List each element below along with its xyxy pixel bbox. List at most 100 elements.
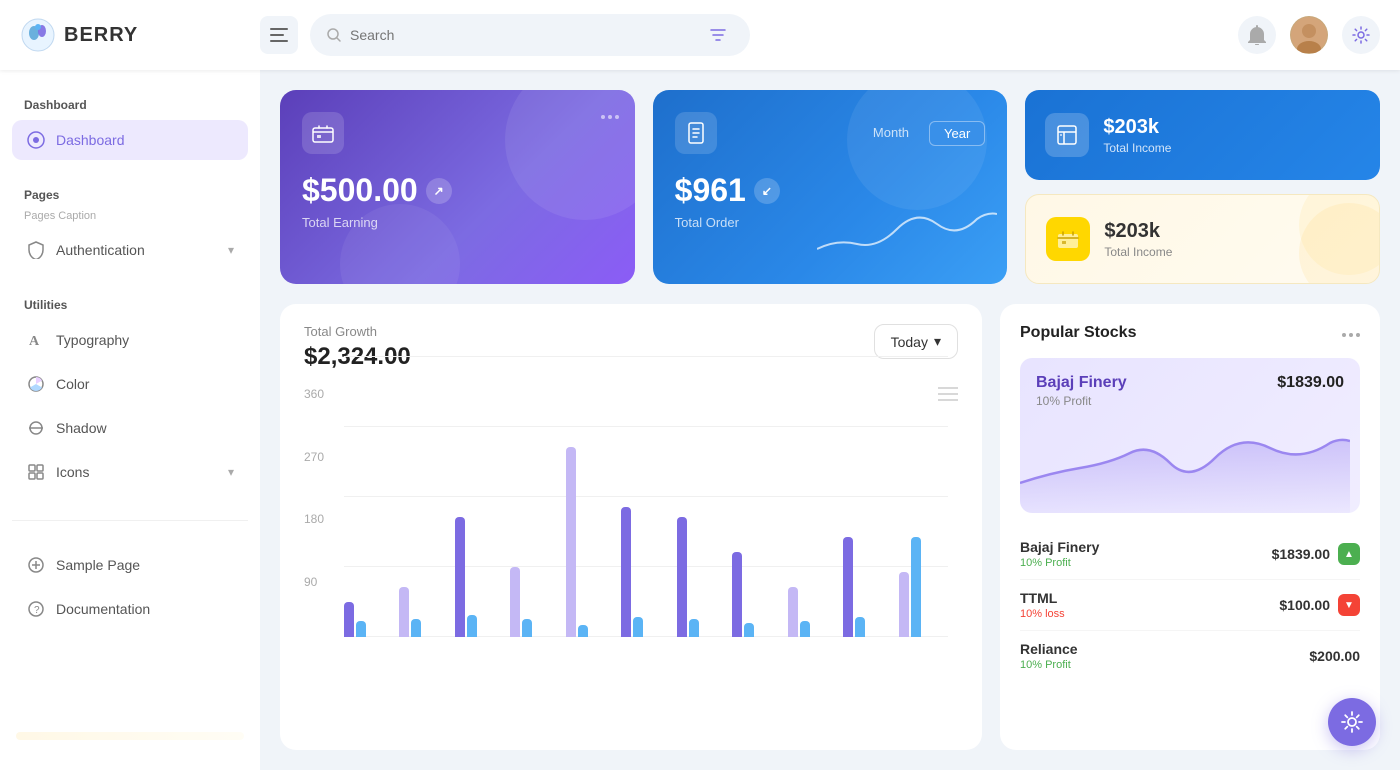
icons-chevron: ▾ <box>228 465 234 479</box>
income-blue-label: Total Income <box>1103 141 1171 155</box>
bar-group-10 <box>843 537 892 637</box>
today-button[interactable]: Today ▾ <box>874 324 958 359</box>
bar <box>578 625 588 637</box>
authentication-icon <box>26 240 46 260</box>
dashboard-icon <box>26 130 46 150</box>
main-content: $500.00 ↗ Total Earning Month <box>260 70 1400 770</box>
stock-row-bajaj: Bajaj Finery 10% Profit $1839.00 ▲ <box>1020 529 1360 580</box>
bar-group-11 <box>899 537 948 637</box>
bar-group-4 <box>510 567 559 637</box>
sidebar-item-sample-page[interactable]: Sample Page <box>12 545 248 585</box>
earning-trend-icon: ↗ <box>426 178 452 204</box>
bar <box>566 447 576 637</box>
authentication-chevron: ▾ <box>228 243 234 257</box>
bar <box>744 623 754 637</box>
card-total-earning: $500.00 ↗ Total Earning <box>280 90 635 284</box>
stock-name: Bajaj Finery <box>1020 539 1099 555</box>
chart-y-labels: 360 270 180 90 <box>304 387 324 637</box>
bar-group-7 <box>677 517 726 637</box>
income-blue-amount: $203k <box>1103 116 1171 139</box>
menu-button[interactable] <box>260 16 298 54</box>
bar-group-1 <box>344 602 393 637</box>
sidebar-item-typography[interactable]: A Typography <box>12 320 248 360</box>
income-yellow-amount: $203k <box>1104 220 1172 243</box>
stock-info-ttml: TTML 10% loss <box>1020 590 1065 620</box>
documentation-icon: ? <box>26 599 46 619</box>
earning-amount: $500.00 ↗ <box>302 172 613 209</box>
app-name: BERRY <box>64 24 138 47</box>
cards-row: $500.00 ↗ Total Earning Month <box>280 90 1380 284</box>
bar <box>855 617 865 637</box>
chart-title: Total Growth <box>304 324 411 339</box>
chart-card: Total Growth $2,324.00 Today ▾ <box>280 304 982 750</box>
header-right <box>1238 16 1380 54</box>
stock-sub: 10% Profit <box>1020 557 1099 569</box>
bar <box>455 517 465 637</box>
bar-group-2 <box>399 587 448 637</box>
bar <box>399 587 409 637</box>
earning-menu-icon[interactable] <box>601 106 619 124</box>
stock-row-reliance: Reliance 10% Profit $200.00 <box>1020 631 1360 681</box>
stock-name: TTML <box>1020 590 1065 606</box>
svg-text:?: ? <box>34 605 40 616</box>
income-blue-info: $203k Total Income <box>1103 116 1171 155</box>
bar-group-5 <box>566 447 615 637</box>
sidebar-pages-caption: Pages Caption <box>12 210 248 226</box>
bar <box>344 602 354 637</box>
sidebar-item-shadow[interactable]: Shadow <box>12 408 248 448</box>
logo-icon <box>20 17 56 53</box>
sidebar-item-documentation[interactable]: ? Documentation <box>12 589 248 629</box>
bar <box>510 567 520 637</box>
sidebar: Dashboard Dashboard Pages Pages Caption … <box>0 70 260 770</box>
bar-group-8 <box>732 552 781 637</box>
bar <box>899 572 909 637</box>
bar-group-6 <box>621 507 670 637</box>
order-icon-box <box>675 112 717 154</box>
svg-text:A: A <box>29 334 40 349</box>
sidebar-item-dashboard[interactable]: Dashboard <box>12 120 248 160</box>
chart-bars <box>344 387 948 637</box>
stock-price: $200.00 <box>1309 648 1360 664</box>
tab-month[interactable]: Month <box>859 121 923 146</box>
chart-menu-icon[interactable] <box>938 387 958 406</box>
stocks-title: Popular Stocks <box>1020 324 1136 342</box>
icons-icon <box>26 462 46 482</box>
header-settings-button[interactable] <box>1342 16 1380 54</box>
filter-icon[interactable] <box>702 19 734 51</box>
bar <box>356 621 366 637</box>
sidebar-item-color[interactable]: Color <box>12 364 248 404</box>
bar <box>788 587 798 637</box>
stock-price: $1839.00 <box>1272 546 1330 562</box>
bar-group-3 <box>455 517 504 637</box>
color-icon <box>26 374 46 394</box>
avatar[interactable] <box>1290 16 1328 54</box>
stock-featured-chart: Bajaj Finery 10% Profit $1839.00 <box>1020 358 1360 513</box>
logo: BERRY <box>20 17 260 53</box>
bar <box>677 517 687 637</box>
bottom-row: Total Growth $2,324.00 Today ▾ <box>280 304 1380 750</box>
stocks-card: Popular Stocks Bajaj Finery 10% Profit $… <box>1000 304 1380 750</box>
bar <box>633 617 643 637</box>
bar <box>522 619 532 637</box>
stock-info-bajaj: Bajaj Finery 10% Profit <box>1020 539 1099 569</box>
stocks-menu-icon[interactable] <box>1342 324 1360 342</box>
header: BERRY <box>0 0 1400 70</box>
card-income-blue: $203k Total Income <box>1025 90 1380 180</box>
stock-info-reliance: Reliance 10% Profit <box>1020 641 1078 671</box>
sidebar-bottom <box>12 714 248 750</box>
income-yellow-icon <box>1046 217 1090 261</box>
bar <box>911 537 921 637</box>
order-tabs: Month Year <box>859 121 985 146</box>
notification-button[interactable] <box>1238 16 1276 54</box>
stock-list: Bajaj Finery 10% Profit $1839.00 ▲ TTML … <box>1020 529 1360 681</box>
fab-settings-button[interactable] <box>1328 698 1376 746</box>
tab-year[interactable]: Year <box>929 121 985 146</box>
sidebar-divider <box>12 520 248 521</box>
stock-sub: 10% Profit <box>1020 659 1078 671</box>
sidebar-section-dashboard: Dashboard <box>12 90 248 116</box>
sidebar-item-icons[interactable]: Icons ▾ <box>12 452 248 492</box>
search-input[interactable] <box>350 27 694 43</box>
earning-label: Total Earning <box>302 215 613 230</box>
stock-sub: 10% loss <box>1020 608 1065 620</box>
sidebar-item-authentication[interactable]: Authentication ▾ <box>12 230 248 270</box>
